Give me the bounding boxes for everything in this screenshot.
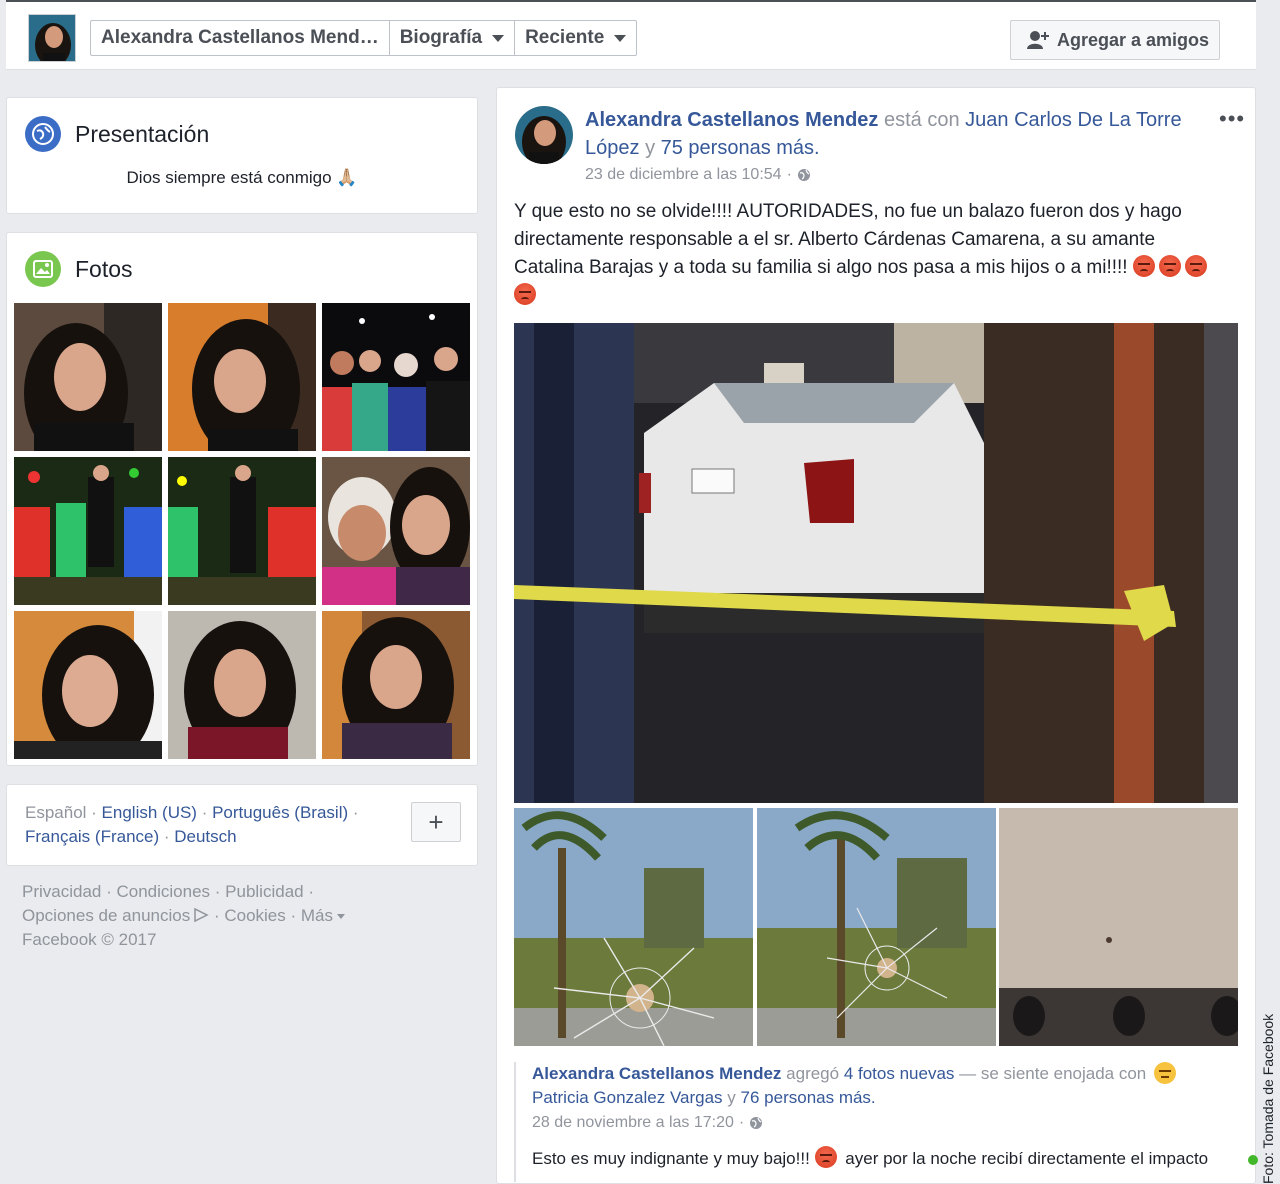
shared-post-tagged-person[interactable]: Patricia Gonzalez Vargas: [532, 1088, 723, 1107]
footer-privacy-link[interactable]: Privacidad: [22, 882, 101, 901]
footer-copyright: Facebook © 2017: [22, 930, 157, 949]
add-friend-button[interactable]: Agregar a amigos: [1010, 20, 1220, 60]
photos-title: Fotos: [75, 255, 133, 282]
photo-thumbnail[interactable]: [168, 457, 316, 605]
chevron-down-icon: [614, 34, 627, 42]
globe-icon: [25, 116, 61, 152]
post-photo-broken-window-2[interactable]: [757, 808, 996, 1046]
intro-card: Presentación Dios siempre está conmigo 🙏…: [6, 97, 478, 214]
language-list: Español · English (US) · Português (Bras…: [25, 803, 359, 846]
post-photo-broken-window[interactable]: [514, 808, 753, 1046]
crumb-profile-name[interactable]: Alexandra Castellanos Mend…: [91, 21, 390, 55]
intro-header: Presentación: [25, 116, 209, 152]
shared-post-timestamp[interactable]: 28 de noviembre a las 17:20: [532, 1114, 734, 1132]
crumb-recent[interactable]: Reciente: [515, 21, 636, 55]
photos-card: Fotos: [6, 232, 478, 766]
footer-links: Privacidad · Condiciones · Publicidad · …: [22, 880, 472, 952]
angry-emoji-icon: [514, 283, 536, 305]
language-link-german[interactable]: Deutsch: [174, 827, 236, 846]
language-link-english[interactable]: English (US): [102, 803, 197, 822]
photo-thumbnail[interactable]: [322, 457, 470, 605]
photos-header[interactable]: Fotos: [25, 251, 133, 287]
footer-more-link[interactable]: Más: [301, 906, 333, 925]
add-friend-icon: [1027, 31, 1049, 49]
crumb-timeline[interactable]: Biografía: [390, 21, 516, 55]
ad-choices-icon: [194, 907, 209, 923]
profile-avatar[interactable]: [28, 14, 76, 62]
post-main-photo[interactable]: [514, 323, 1238, 803]
shared-post-meta: 28 de noviembre a las 17:20 ·: [532, 1114, 1238, 1132]
photo-credit: Foto: Tomada de Facebook: [1260, 1013, 1276, 1184]
angry-emoji-icon: [1184, 255, 1207, 277]
footer-ads-link[interactable]: Publicidad: [225, 882, 303, 901]
footer-cookies-link[interactable]: Cookies: [224, 906, 285, 925]
post-header: Alexandra Castellanos Mendez está con Ju…: [585, 109, 1182, 159]
post-body: Y que esto no se olvide!!!! AUTORIDADES,…: [514, 198, 1224, 310]
post-photo-wall-impact[interactable]: [999, 808, 1238, 1046]
chevron-down-icon: [492, 34, 505, 42]
post-timestamp[interactable]: 23 de diciembre a las 10:54: [585, 166, 782, 184]
add-friend-label: Agregar a amigos: [1057, 29, 1210, 50]
language-current: Español: [25, 803, 87, 822]
public-globe-icon: [750, 1117, 763, 1129]
photo-icon: [25, 251, 61, 287]
chevron-down-icon: [337, 914, 345, 919]
more-languages-button[interactable]: +: [411, 802, 461, 842]
photo-thumbnail[interactable]: [14, 457, 162, 605]
angry-face-icon: [1154, 1062, 1176, 1084]
shared-post: Alexandra Castellanos Mendez agregó 4 fo…: [514, 1062, 1238, 1182]
photo-thumbnail[interactable]: [14, 611, 162, 759]
post-options-icon[interactable]: •••: [1219, 106, 1245, 132]
shared-post-photos-link[interactable]: 4 fotos nuevas: [844, 1064, 955, 1083]
photo-thumbnail[interactable]: [322, 303, 470, 451]
shared-post-others-link[interactable]: 76 personas más.: [741, 1088, 876, 1107]
breadcrumb: Alexandra Castellanos Mend… Biografía Re…: [90, 20, 638, 56]
shared-post-header: Alexandra Castellanos Mendez agregó 4 fo…: [532, 1062, 1222, 1110]
post-others-link[interactable]: 75 personas más.: [661, 137, 820, 159]
shared-post-author[interactable]: Alexandra Castellanos Mendez: [532, 1064, 781, 1083]
angry-emoji-icon: [814, 1146, 837, 1168]
intro-bio: Dios siempre está conmigo 🙏🏼: [126, 168, 358, 187]
footer-terms-link[interactable]: Condiciones: [116, 882, 210, 901]
post-body-text: Y que esto no se olvide!!!! AUTORIDADES,…: [514, 201, 1182, 278]
profile-top-bar: Alexandra Castellanos Mend… Biografía Re…: [6, 0, 1256, 70]
public-globe-icon: [797, 169, 810, 181]
photo-grid: [14, 303, 470, 759]
shared-post-body: Esto es muy indignante y muy bajo!!! aye…: [532, 1146, 1252, 1169]
photo-thumbnail[interactable]: [322, 611, 470, 759]
angry-emoji-icon: [1132, 255, 1155, 277]
photo-thumbnail[interactable]: [168, 611, 316, 759]
angry-emoji-icon: [1158, 255, 1181, 277]
post-author-name[interactable]: Alexandra Castellanos Mendez: [585, 109, 878, 131]
post-meta: 23 de diciembre a las 10:54 ·: [585, 166, 811, 184]
post-author-avatar[interactable]: [515, 106, 573, 164]
photo-thumbnail[interactable]: [168, 303, 316, 451]
languages-card: Español · English (US) · Português (Bras…: [6, 784, 478, 866]
language-link-portuguese[interactable]: Português (Brasil): [212, 803, 348, 822]
timeline-post: Alexandra Castellanos Mendez está con Ju…: [496, 87, 1256, 1184]
intro-title: Presentación: [75, 120, 210, 147]
photo-thumbnail[interactable]: [14, 303, 162, 451]
footer-ad-choices-link[interactable]: Opciones de anuncios: [22, 906, 190, 925]
language-link-french[interactable]: Français (France): [25, 827, 159, 846]
